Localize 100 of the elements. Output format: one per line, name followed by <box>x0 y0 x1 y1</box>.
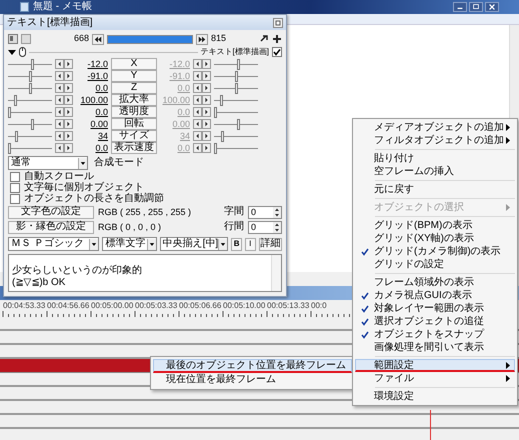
slider-thumb[interactable] <box>15 130 18 142</box>
blend-mode-select[interactable]: 通常 <box>8 156 88 170</box>
bold-button[interactable]: B <box>231 238 242 250</box>
fast-forward-button[interactable] <box>196 34 208 44</box>
right-arrow-button[interactable] <box>64 131 73 141</box>
left-arrow-button[interactable] <box>55 143 64 153</box>
parameter-button[interactable]: X <box>111 58 157 70</box>
menu-item[interactable]: グリッド(カメラ制御)の表示 <box>355 245 515 258</box>
slider[interactable] <box>8 106 52 118</box>
checkbox[interactable] <box>10 182 20 192</box>
italic-button[interactable]: I <box>244 238 256 250</box>
menu-item[interactable]: 空フレームの挿入 <box>355 165 515 178</box>
menu-item[interactable]: 選択オブジェクトの追従 <box>355 315 515 328</box>
menu-item[interactable]: フィルタオブジェクトの追加 <box>355 134 515 147</box>
slider-thumb[interactable] <box>28 70 32 82</box>
right-arrow-button[interactable] <box>202 95 211 105</box>
slider[interactable] <box>214 70 258 82</box>
slider[interactable] <box>214 106 258 118</box>
color-settings-button[interactable]: 文字色の設定 <box>8 206 94 218</box>
left-arrow-button[interactable] <box>193 71 202 81</box>
spin-arrows-icon[interactable] <box>273 222 281 232</box>
value-link[interactable]: 34 <box>76 130 108 142</box>
split-icon[interactable] <box>8 34 18 44</box>
menu-item[interactable]: グリッド(XY軸)の表示 <box>355 232 515 245</box>
menu-item[interactable]: 範囲設定 <box>355 359 515 372</box>
slider-thumb[interactable] <box>8 142 11 154</box>
slider-thumb[interactable] <box>14 94 18 106</box>
slider[interactable] <box>214 58 258 70</box>
value-link[interactable]: -91.0 <box>76 70 108 82</box>
right-arrow-button[interactable] <box>202 71 211 81</box>
slider[interactable] <box>214 118 258 130</box>
left-arrow-button[interactable] <box>55 83 64 93</box>
menu-item[interactable]: グリッドの設定 <box>355 258 515 271</box>
parameter-button[interactable]: Y <box>111 70 157 82</box>
parameter-button[interactable]: 拡大率 <box>111 94 157 106</box>
left-arrow-button[interactable] <box>193 83 202 93</box>
menu-item[interactable]: 元に戻す <box>355 183 515 196</box>
slider[interactable] <box>214 94 258 106</box>
checkbox[interactable] <box>10 194 20 204</box>
value-link[interactable]: -12.0 <box>76 58 108 70</box>
rewind-button[interactable] <box>92 34 104 44</box>
checkbox-label[interactable]: オブジェクトの長さを自動調節 <box>24 192 164 204</box>
slider[interactable] <box>8 94 52 106</box>
right-arrow-button[interactable] <box>202 83 211 93</box>
left-arrow-button[interactable] <box>193 95 202 105</box>
left-arrow-button[interactable] <box>55 71 64 81</box>
left-arrow-button[interactable] <box>55 95 64 105</box>
slider-thumb[interactable] <box>8 106 11 118</box>
left-arrow-button[interactable] <box>193 107 202 117</box>
left-arrow-button[interactable] <box>193 119 202 129</box>
menu-item[interactable]: 最後のオブジェクト位置を最終フレーム <box>153 359 352 373</box>
menu-item[interactable]: カメラ視点GUIの表示 <box>355 289 515 302</box>
value-link[interactable]: 0.0 <box>76 82 108 94</box>
value-link[interactable]: 0.00 <box>76 118 108 130</box>
value-link[interactable]: 0.0 <box>76 106 108 118</box>
slider[interactable] <box>214 142 258 154</box>
slider-thumb[interactable] <box>30 58 34 70</box>
menu-item[interactable]: 環境設定 <box>355 390 515 403</box>
left-arrow-button[interactable] <box>55 131 64 141</box>
right-arrow-button[interactable] <box>64 83 73 93</box>
slider[interactable] <box>214 82 258 94</box>
left-arrow-button[interactable] <box>193 131 202 141</box>
left-arrow-button[interactable] <box>55 59 64 69</box>
spin-arrows-icon[interactable] <box>273 206 281 218</box>
menu-item[interactable]: 現在位置を最終フレーム <box>153 373 352 387</box>
parameter-button[interactable]: 回転 <box>111 118 157 130</box>
slider[interactable] <box>8 70 52 82</box>
color-settings-button[interactable]: 影・縁色の設定 <box>8 220 94 234</box>
right-arrow-button[interactable] <box>202 131 211 141</box>
right-arrow-button[interactable] <box>202 59 211 69</box>
menu-item[interactable]: フレーム領域外の表示 <box>355 276 515 289</box>
minimize-icon[interactable] <box>453 2 467 12</box>
menu-item[interactable]: 画像処理を間引いて表示 <box>355 341 515 354</box>
slider[interactable] <box>8 142 52 154</box>
parameter-button[interactable]: Z <box>111 82 157 94</box>
menu-item[interactable]: 対象レイヤー範囲の表示 <box>355 302 515 315</box>
maximize-icon[interactable] <box>469 2 483 12</box>
checkbox[interactable] <box>272 47 282 57</box>
font-select[interactable]: ＭＳ Ｐゴシック <box>8 237 100 251</box>
slider[interactable] <box>8 118 52 130</box>
text-input-area[interactable]: 少女らしいというのが印象的 (≧▽≦)b OK <box>8 254 282 292</box>
value-link[interactable]: 0.0 <box>76 142 108 154</box>
right-arrow-button[interactable] <box>202 107 211 117</box>
parameter-button[interactable]: 表示速度 <box>111 142 157 154</box>
left-arrow-button[interactable] <box>55 107 64 117</box>
right-arrow-button[interactable] <box>202 119 211 129</box>
right-arrow-button[interactable] <box>64 95 73 105</box>
right-arrow-button[interactable] <box>64 71 73 81</box>
slider-thumb[interactable] <box>30 118 34 130</box>
plus-icon[interactable] <box>272 34 282 44</box>
style-select[interactable]: 標準文字 <box>102 237 157 251</box>
left-arrow-button[interactable] <box>193 143 202 153</box>
parameter-button[interactable]: 透明度 <box>111 106 157 118</box>
right-arrow-button[interactable] <box>64 59 73 69</box>
scrollbar[interactable] <box>271 255 281 291</box>
slider-thumb[interactable] <box>28 82 32 94</box>
slider[interactable] <box>214 130 258 142</box>
checkbox-label[interactable]: 自動スクロール <box>24 170 94 182</box>
menu-item[interactable]: グリッド(BPM)の表示 <box>355 219 515 232</box>
right-arrow-button[interactable] <box>64 107 73 117</box>
